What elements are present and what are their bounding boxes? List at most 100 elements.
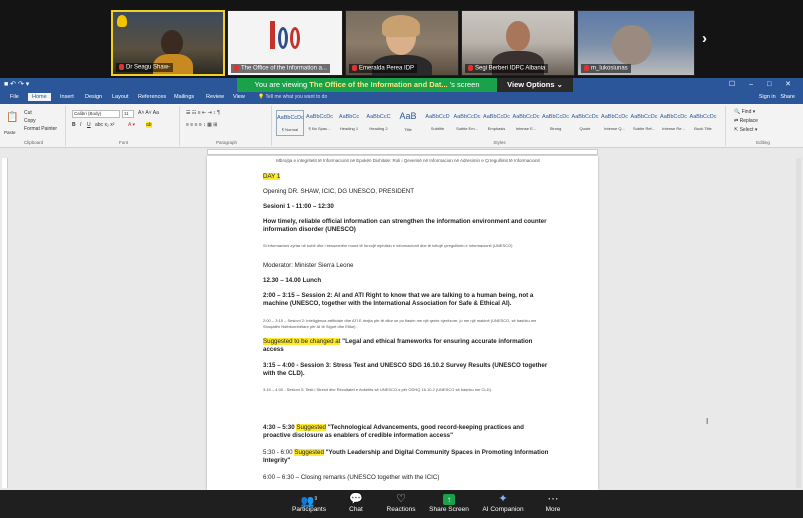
style-option[interactable]: AaBbCcDc Intense E... (512, 110, 540, 136)
doc-session2: 2:00 – 3:15 – Session 2: AI and ATI Righ… (263, 292, 534, 307)
group-label: Editing (756, 140, 770, 145)
participant-tile[interactable]: Dr Seagu Shaw- (111, 10, 225, 76)
style-option[interactable]: AaB Title (394, 110, 422, 136)
style-sample: AaBbCcDc (306, 114, 333, 120)
style-option[interactable]: AaBbCc Heading 1 (335, 110, 363, 136)
style-name: Emphasis (487, 126, 506, 131)
more-button[interactable]: ⋯ More (523, 492, 583, 513)
tab-view[interactable]: View (233, 94, 245, 100)
text-cursor-icon: I (706, 417, 709, 426)
share-screen-button[interactable]: ↑ Share Screen (419, 492, 479, 513)
format-painter-button[interactable]: Format Painter (24, 126, 57, 132)
participant-video (506, 21, 530, 51)
tab-insert[interactable]: Insert (60, 94, 74, 100)
style-sample: AaBbCcC (366, 114, 391, 120)
ai-companion-label: AI Companion (482, 506, 524, 513)
doc-session1-title: How timely, reliable official informatio… (263, 218, 547, 233)
paste-icon[interactable]: 📋 (6, 112, 18, 123)
select-button[interactable]: ⇱ Select ▾ (734, 127, 757, 133)
session5-time: 5:30 - 6:00 (263, 449, 295, 456)
style-name: Heading 1 (339, 126, 359, 131)
doc-lunch: 12.30 – 14.00 Lunch (263, 277, 322, 284)
style-name: Subtitle (430, 126, 445, 131)
style-option[interactable]: AaBbCcDc Quote (571, 110, 599, 136)
vertical-ruler[interactable] (2, 158, 8, 488)
ruler-bar (0, 148, 803, 156)
cut-button[interactable]: Cut (24, 110, 32, 116)
style-name: Subtle Em... (456, 126, 478, 131)
mic-muted-icon (119, 64, 124, 71)
highlight-icon[interactable]: ab (146, 122, 152, 128)
participant-tile[interactable]: Segi Berberi IDPC Albania (461, 10, 575, 76)
style-option[interactable]: AaBbCcD Subtitle (424, 110, 452, 136)
participant-name: The Office of the Information a... (231, 64, 330, 73)
participants-count: 9 (314, 496, 318, 502)
horizontal-ruler[interactable] (207, 149, 598, 155)
tell-me-search[interactable]: 💡 Tell me what you want to do (258, 94, 327, 100)
style-option[interactable]: AaBbCcDc Strong (542, 110, 570, 136)
style-option[interactable]: AaBbCcDc Intense Q... (601, 110, 629, 136)
vertical-scrollbar[interactable] (796, 158, 801, 488)
share-screen-label: Share Screen (429, 506, 469, 513)
style-sample: AaB (399, 111, 417, 121)
font-format-icons[interactable]: abc x₂ x² (95, 122, 114, 128)
tell-me-text: Tell me what you want to do (265, 94, 328, 100)
window-controls[interactable]: ☐ – □ ✕ (729, 80, 797, 88)
style-sample: AaBbCcDc (660, 114, 687, 120)
share-link[interactable]: Share (780, 94, 795, 100)
participant-tile[interactable]: The Office of the Information a... (227, 10, 343, 76)
ribbon-home: 📋 Paste Cut Copy Format Painter Clipboar… (0, 104, 803, 148)
style-option[interactable]: AaBbCcDc Subtle Em... (453, 110, 481, 136)
style-option[interactable]: AaBbCcDc Subtle Ref... (630, 110, 658, 136)
list-icons[interactable]: ☰ ☷ ≡ ⇤ ⇥ ↕ ¶ (186, 110, 220, 116)
style-option[interactable]: AaBbCcDc Emphasis (483, 110, 511, 136)
paste-button[interactable]: Paste (4, 130, 16, 135)
tab-layout[interactable]: Layout (112, 94, 129, 100)
underline-icon[interactable]: U (87, 122, 91, 128)
tab-references[interactable]: References (138, 94, 166, 100)
doc-session2-albanian: 2:00 – 3:15 – Sesioni 2: Inteligjenca ar… (263, 318, 537, 329)
doc-session4: 4:30 – 5:30 Suggested "Technological Adv… (263, 424, 553, 440)
tab-mailings[interactable]: Mailings (174, 94, 194, 100)
grow-font-icon[interactable]: A˄ A˅ Aa (138, 110, 159, 116)
tab-home[interactable]: Home (28, 93, 51, 101)
participant-tile[interactable]: m_lukosiunas (577, 10, 695, 76)
sign-in-link[interactable]: Sign in (759, 94, 776, 100)
mic-muted-icon (468, 65, 473, 72)
quick-access-toolbar[interactable]: ■ ↶ ↷ ▾ (4, 80, 29, 88)
find-icon: 🔍 (734, 109, 741, 115)
style-sample: AaBbCcDc (512, 114, 540, 120)
participant-tile[interactable]: Emeralda Perea IDP (345, 10, 459, 76)
font-size-select[interactable]: 11 (122, 110, 134, 118)
participant-name: Emeralda Perea IDP (349, 64, 418, 73)
style-option[interactable]: AaBbCcDc Book Title (689, 110, 717, 136)
copy-button[interactable]: Copy (24, 118, 36, 124)
style-option[interactable]: AaBbCcDc ¶ No Spac... (306, 110, 334, 136)
chevron-right-icon[interactable]: › (702, 30, 707, 47)
find-button[interactable]: 🔍 Find ▾ (734, 109, 755, 115)
style-option[interactable]: AaBbCcDc ¶ Normal (276, 110, 304, 136)
style-option[interactable]: AaBbCcDc Intense Re... (660, 110, 688, 136)
style-name: ¶ No Spac... (308, 126, 331, 131)
share-banner-prefix: You are viewing (254, 80, 308, 89)
tab-design[interactable]: Design (85, 94, 102, 100)
tab-review[interactable]: Review (206, 94, 224, 100)
view-options-button[interactable]: View Options ⌄ (497, 78, 573, 92)
document-page[interactable]: Mbrojtja e integritetit të Informacionit… (207, 156, 598, 490)
style-sample: AaBbCcDc (630, 114, 658, 120)
font-name-select[interactable]: Calibri (Body) (72, 110, 120, 118)
font-color-icon[interactable]: A ▾ (128, 122, 135, 128)
style-sample: AaBbCc (338, 114, 360, 120)
chat-label: Chat (349, 506, 363, 513)
zoom-window: Dr Seagu Shaw- The Office of the Informa… (0, 0, 803, 518)
replace-button[interactable]: ⇄ Replace (734, 118, 758, 124)
doc-suggested-change: Suggested to be changed at "Legal and et… (263, 338, 553, 354)
style-option[interactable]: AaBbCcC Heading 2 (365, 110, 393, 136)
mic-muted-icon (352, 65, 357, 72)
tab-file[interactable]: File (10, 94, 19, 100)
italic-icon[interactable]: I (80, 122, 81, 128)
bold-icon[interactable]: B (72, 122, 76, 128)
participant-strip: Dr Seagu Shaw- The Office of the Informa… (0, 0, 803, 80)
align-icons[interactable]: ≡ ≡ ≡ ≡ ↕ ▦ ⊞ (186, 122, 217, 128)
lightbulb-icon: 💡 (258, 94, 265, 100)
